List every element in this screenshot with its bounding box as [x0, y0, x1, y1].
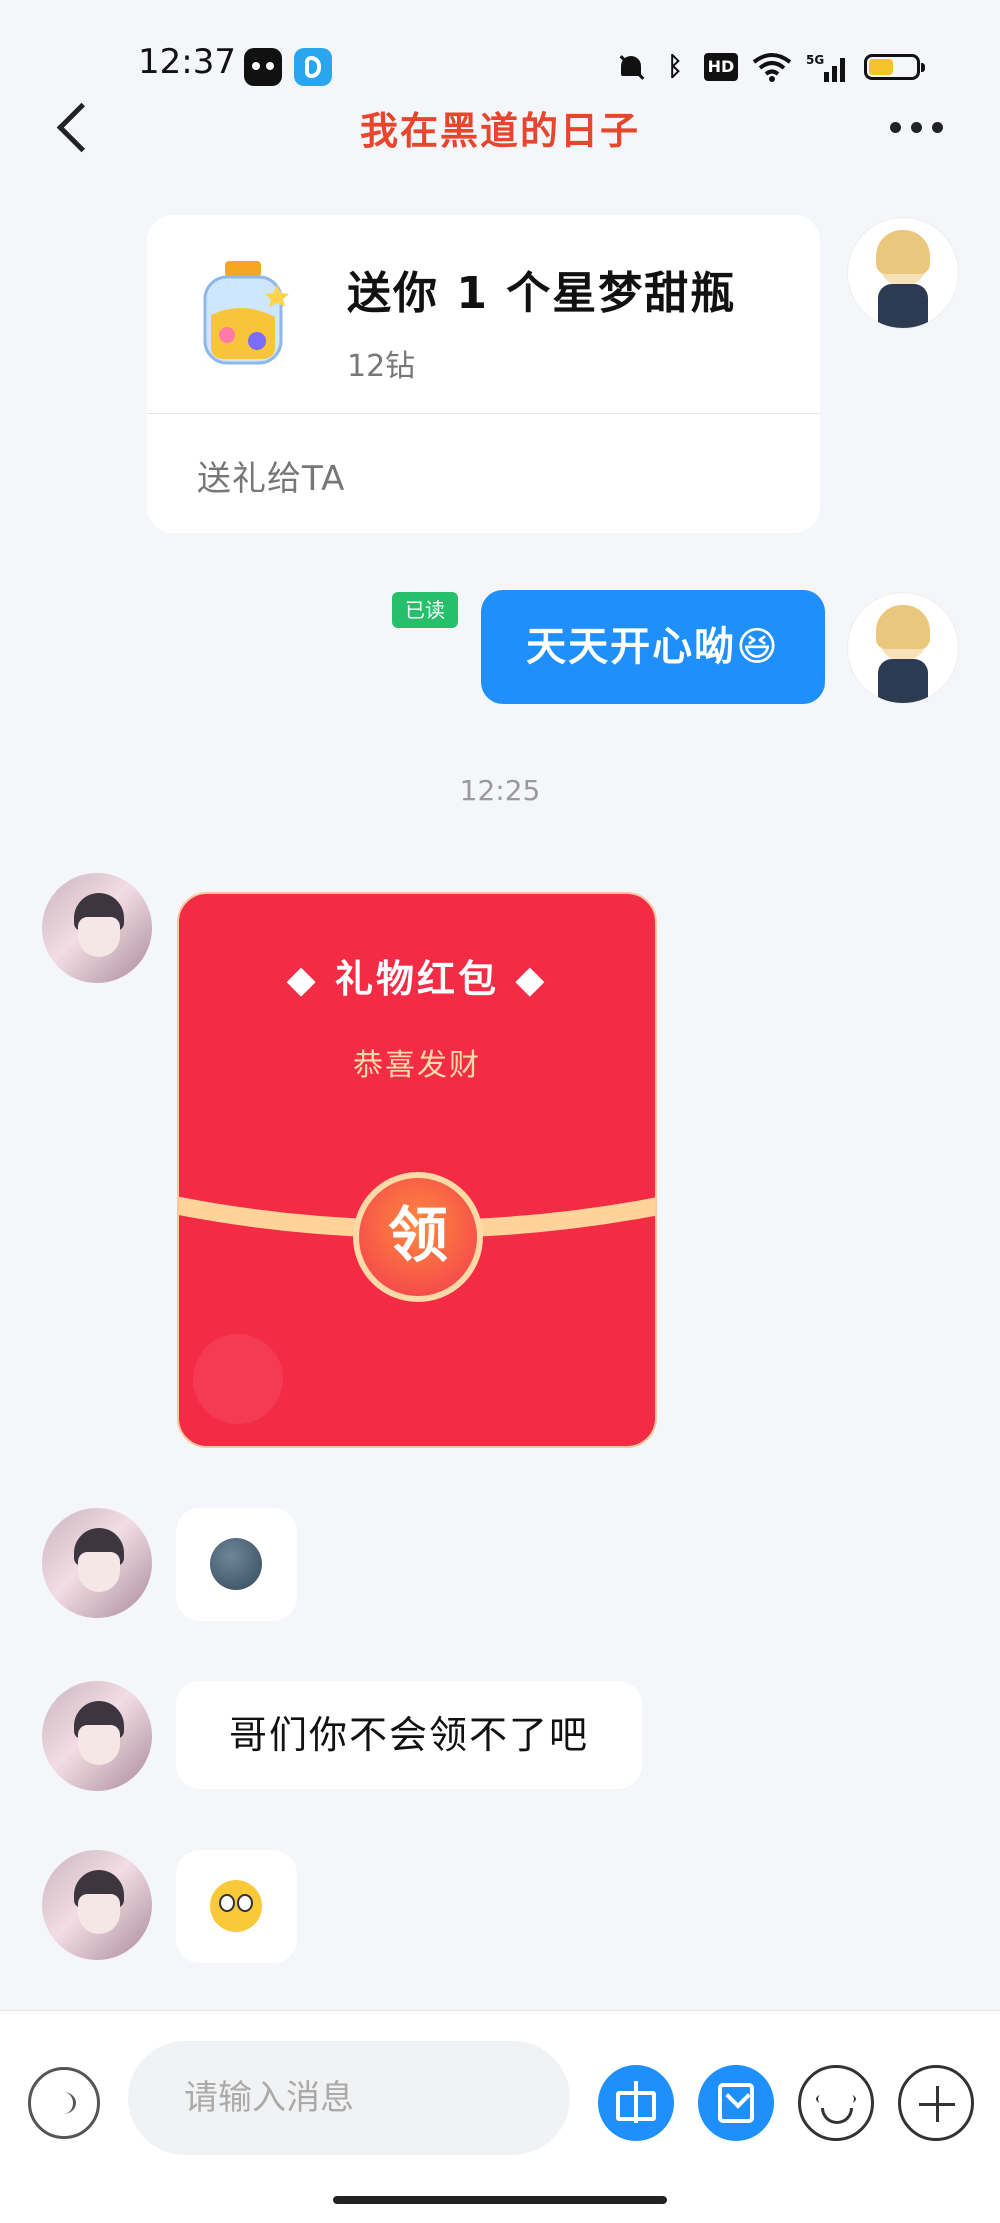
app-notification-icon — [244, 48, 282, 86]
gift-button[interactable] — [598, 2065, 674, 2141]
my-avatar[interactable] — [847, 592, 959, 704]
red-packet-card[interactable]: ◆ 礼物红包 ◆ 恭喜发财 领 — [177, 892, 657, 1448]
gift-price: 12钻 — [347, 349, 416, 384]
home-indicator[interactable] — [333, 2196, 667, 2204]
red-packet-title: ◆ 礼物红包 ◆ — [286, 957, 548, 1001]
input-bar — [0, 2010, 1000, 2223]
status-time: 12:37 — [138, 42, 236, 82]
app-notification-icon — [294, 48, 332, 86]
outgoing-message-bubble[interactable]: 天天开心呦😆 — [481, 590, 825, 704]
contact-avatar[interactable] — [42, 1681, 152, 1791]
wifi-icon — [752, 52, 792, 82]
message-input[interactable] — [128, 2041, 570, 2155]
gift-title: 送你 1 个星梦甜瓶 — [347, 268, 737, 319]
contact-avatar[interactable] — [42, 1850, 152, 1960]
red-packet-greeting: 恭喜发财 — [353, 1048, 481, 1083]
claim-button[interactable]: 领 — [353, 1172, 483, 1302]
flushed-face-icon — [210, 1880, 262, 1932]
battery-icon — [864, 54, 925, 80]
more-actions-button[interactable] — [898, 2065, 974, 2141]
red-packet-button[interactable] — [698, 2065, 774, 2141]
mute-bell-icon — [616, 52, 646, 82]
bluetooth-icon: ᛒ — [667, 52, 683, 82]
star-dream-bottle-icon — [187, 255, 297, 375]
page-title: 我在黑道的日子 — [359, 109, 640, 153]
voice-input-button[interactable] — [28, 2067, 100, 2139]
contact-avatar[interactable] — [42, 1508, 152, 1618]
network-type: 5G — [806, 53, 824, 67]
back-button[interactable] — [52, 98, 100, 158]
my-avatar[interactable] — [847, 217, 959, 329]
watermark-icon — [193, 1334, 283, 1424]
hd-icon: HD — [704, 53, 738, 81]
emoji-message-flushed-face[interactable] — [176, 1850, 297, 1963]
more-options-button[interactable] — [890, 112, 960, 142]
gift-message-card[interactable]: 送你 1 个星梦甜瓶 12钻 送礼给TA — [147, 215, 820, 533]
divider — [147, 413, 820, 414]
emoji-message-new-moon-face[interactable] — [176, 1508, 297, 1621]
emoji-button[interactable] — [798, 2065, 874, 2141]
incoming-message-bubble[interactable]: 哥们你不会领不了吧 — [176, 1681, 642, 1789]
contact-avatar[interactable] — [42, 873, 152, 983]
read-status-badge: 已读 — [392, 592, 458, 628]
send-gift-link[interactable]: 送礼给TA — [197, 451, 345, 500]
new-moon-face-icon — [210, 1538, 262, 1590]
status-icons: ᛒ HD 5G — [616, 48, 925, 86]
cellular-signal-icon: 5G — [806, 52, 850, 82]
message-timestamp: 12:25 — [459, 774, 541, 807]
